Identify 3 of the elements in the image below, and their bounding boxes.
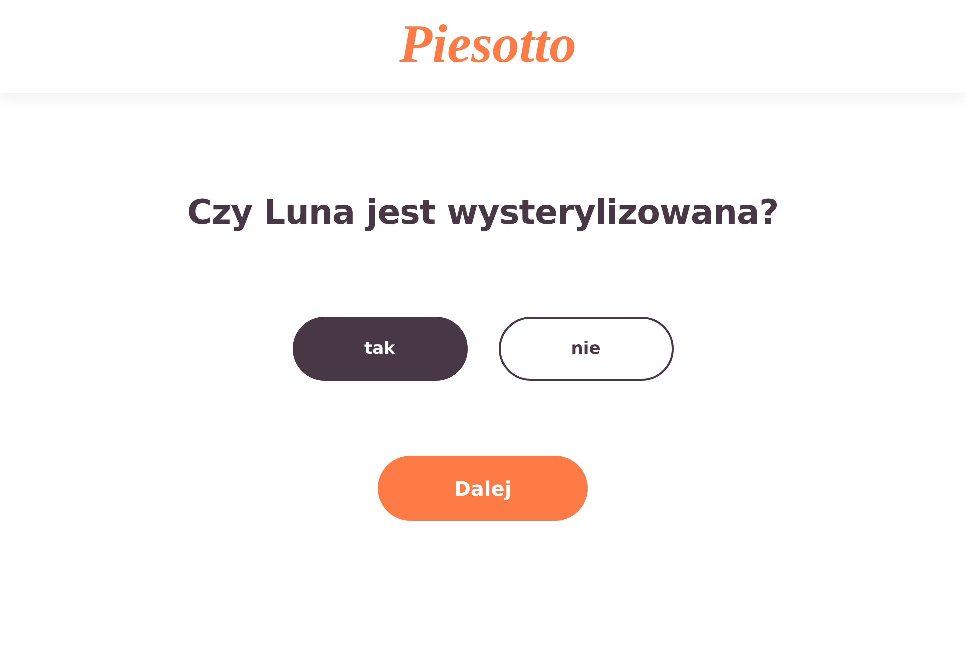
answer-option[interactable]: tak <box>292 317 468 381</box>
question-heading: Czy Luna jest wysterylizowana? <box>187 192 779 235</box>
answer-option[interactable]: nie <box>498 317 674 381</box>
